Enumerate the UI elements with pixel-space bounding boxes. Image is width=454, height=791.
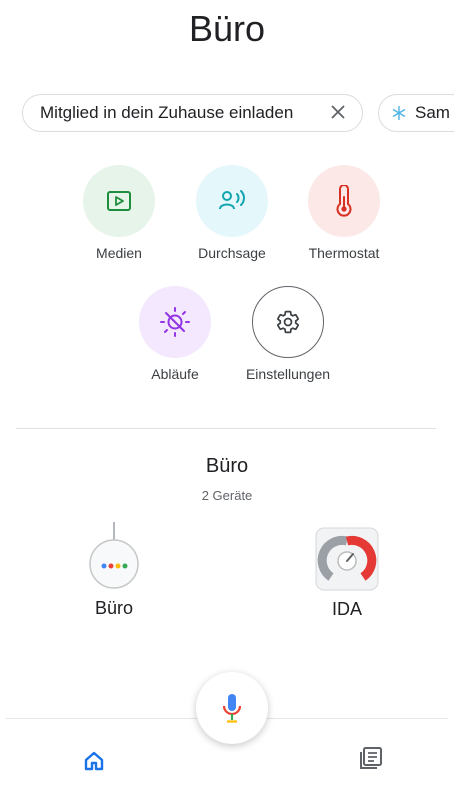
thermostat-button[interactable] <box>308 165 380 237</box>
suggestion-chips: Mitglied in dein Zuhause einladen Sam <box>22 94 454 134</box>
broadcast-icon <box>219 190 245 210</box>
gear-icon <box>277 310 299 334</box>
routines-icon <box>160 307 190 337</box>
second-chip[interactable]: Sam <box>378 94 454 132</box>
device-name: Büro <box>94 598 134 618</box>
device-tile-ida[interactable]: IDA <box>277 527 417 620</box>
media-icon <box>107 191 131 211</box>
action-label: Einstellungen <box>245 366 331 382</box>
action-thermostat[interactable]: Thermostat <box>289 165 399 261</box>
room-device-count: 2 Geräte <box>201 488 253 503</box>
action-settings[interactable]: Einstellungen <box>233 286 343 382</box>
snowflake-icon <box>392 106 406 120</box>
broadcast-button[interactable] <box>196 165 268 237</box>
settings-button[interactable] <box>252 286 324 358</box>
action-label: Durchsage <box>198 245 266 261</box>
page-title: Büro <box>188 8 266 49</box>
home-icon[interactable] <box>82 749 106 773</box>
assistant-mic-button[interactable] <box>196 672 268 744</box>
section-divider <box>16 428 436 429</box>
action-media[interactable]: Medien <box>64 165 174 261</box>
routines-button[interactable] <box>139 286 211 358</box>
room-title: Büro <box>205 455 249 477</box>
close-icon[interactable] <box>328 102 348 122</box>
action-broadcast[interactable]: Durchsage <box>177 165 287 261</box>
device-tile-buero[interactable]: Büro <box>44 520 184 619</box>
media-button[interactable] <box>83 165 155 237</box>
feed-icon[interactable] <box>358 745 384 771</box>
google-home-mini-icon <box>89 522 139 589</box>
action-label: Medien <box>96 245 142 261</box>
second-chip-label: Sam <box>415 103 450 122</box>
invite-chip-label: Mitglied in dein Zuhause einladen <box>40 103 294 122</box>
device-name: IDA <box>331 599 362 619</box>
gauge-app-icon <box>315 527 379 591</box>
invite-member-chip[interactable]: Mitglied in dein Zuhause einladen <box>22 94 363 132</box>
action-label: Thermostat <box>308 245 380 261</box>
action-label: Abläufe <box>151 366 199 382</box>
action-routines[interactable]: Abläufe <box>120 286 230 382</box>
thermometer-icon <box>336 185 352 217</box>
mic-icon <box>222 694 242 723</box>
